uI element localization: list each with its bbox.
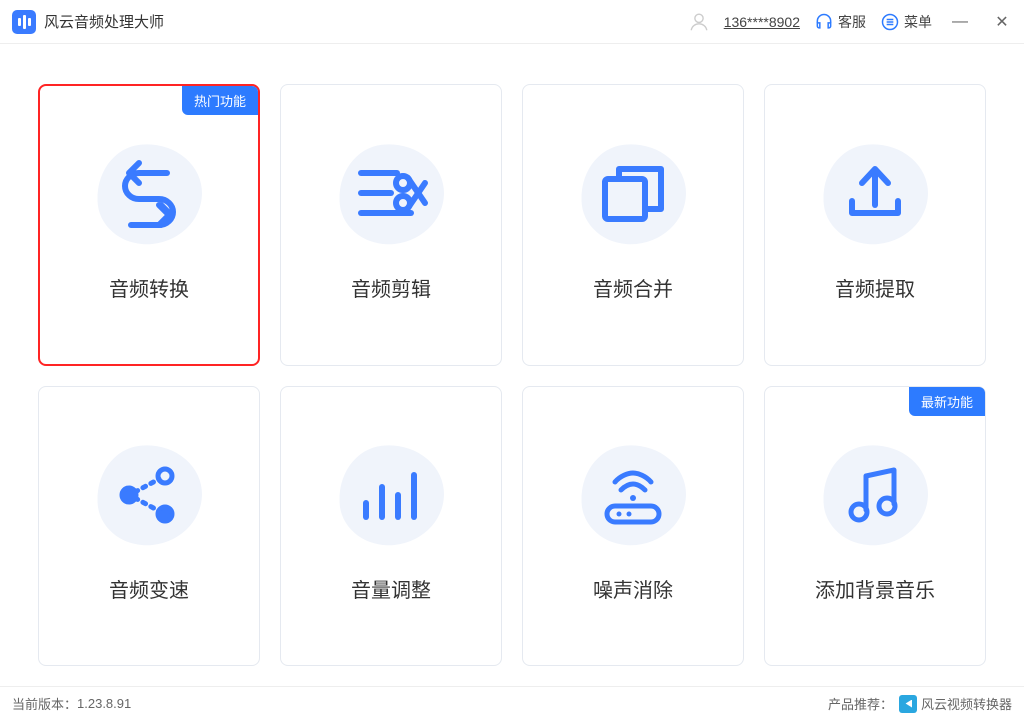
user-phone[interactable]: 136****8902 — [724, 14, 800, 30]
recommend-product[interactable]: 风云视频转换器 — [921, 694, 1012, 713]
card-noise-removal[interactable]: 噪声消除 — [522, 386, 744, 666]
music-note-icon — [842, 462, 908, 528]
menu-label: 菜单 — [904, 12, 932, 32]
badge-new: 最新功能 — [909, 387, 985, 416]
card-label: 音频合并 — [593, 273, 673, 302]
router-wifi-icon — [597, 462, 669, 528]
card-label: 音频提取 — [835, 273, 915, 302]
menu-list-icon — [880, 12, 900, 32]
support-button[interactable]: 客服 — [814, 12, 866, 32]
recommend-product-icon — [899, 695, 917, 713]
badge-hot: 热门功能 — [182, 86, 258, 115]
close-button[interactable]: ✕ — [988, 8, 1016, 36]
card-label: 音量调整 — [351, 574, 431, 603]
titlebar: 风云音频处理大师 136****8902 客服 菜单 — ✕ — [0, 0, 1024, 44]
version-number: 1.23.8.91 — [77, 696, 131, 711]
avatar-icon — [688, 11, 710, 33]
bars-icon — [356, 465, 426, 525]
card-label: 音频剪辑 — [351, 273, 431, 302]
app-logo-icon — [12, 10, 36, 34]
upload-tray-icon — [842, 161, 908, 227]
feature-grid: 热门功能 音频转换 音频剪辑 — [0, 44, 1024, 686]
card-audio-speed[interactable]: 音频变速 — [38, 386, 260, 666]
card-label: 音频转换 — [109, 273, 189, 302]
card-label: 添加背景音乐 — [815, 574, 935, 603]
card-add-bgm[interactable]: 最新功能 添加背景音乐 — [764, 386, 986, 666]
headset-icon — [814, 12, 834, 32]
card-label: 噪声消除 — [593, 574, 673, 603]
card-audio-extract[interactable]: 音频提取 — [764, 84, 986, 366]
copy-squares-icon — [597, 161, 669, 227]
swap-arrows-icon — [109, 159, 189, 229]
scissors-list-icon — [351, 159, 431, 229]
card-audio-merge[interactable]: 音频合并 — [522, 84, 744, 366]
share-nodes-icon — [113, 462, 185, 528]
card-label: 音频变速 — [109, 574, 189, 603]
menu-button[interactable]: 菜单 — [880, 12, 932, 32]
minimize-button[interactable]: — — [946, 8, 974, 36]
card-volume-adjust[interactable]: 音量调整 — [280, 386, 502, 666]
recommend-label: 产品推荐： — [828, 694, 893, 713]
card-audio-convert[interactable]: 热门功能 音频转换 — [38, 84, 260, 366]
app-title: 风云音频处理大师 — [44, 11, 164, 32]
support-label: 客服 — [838, 12, 866, 32]
footer: 当前版本： 1.23.8.91 产品推荐： 风云视频转换器 — [0, 686, 1024, 720]
version-label: 当前版本： — [12, 694, 77, 713]
card-audio-edit[interactable]: 音频剪辑 — [280, 84, 502, 366]
